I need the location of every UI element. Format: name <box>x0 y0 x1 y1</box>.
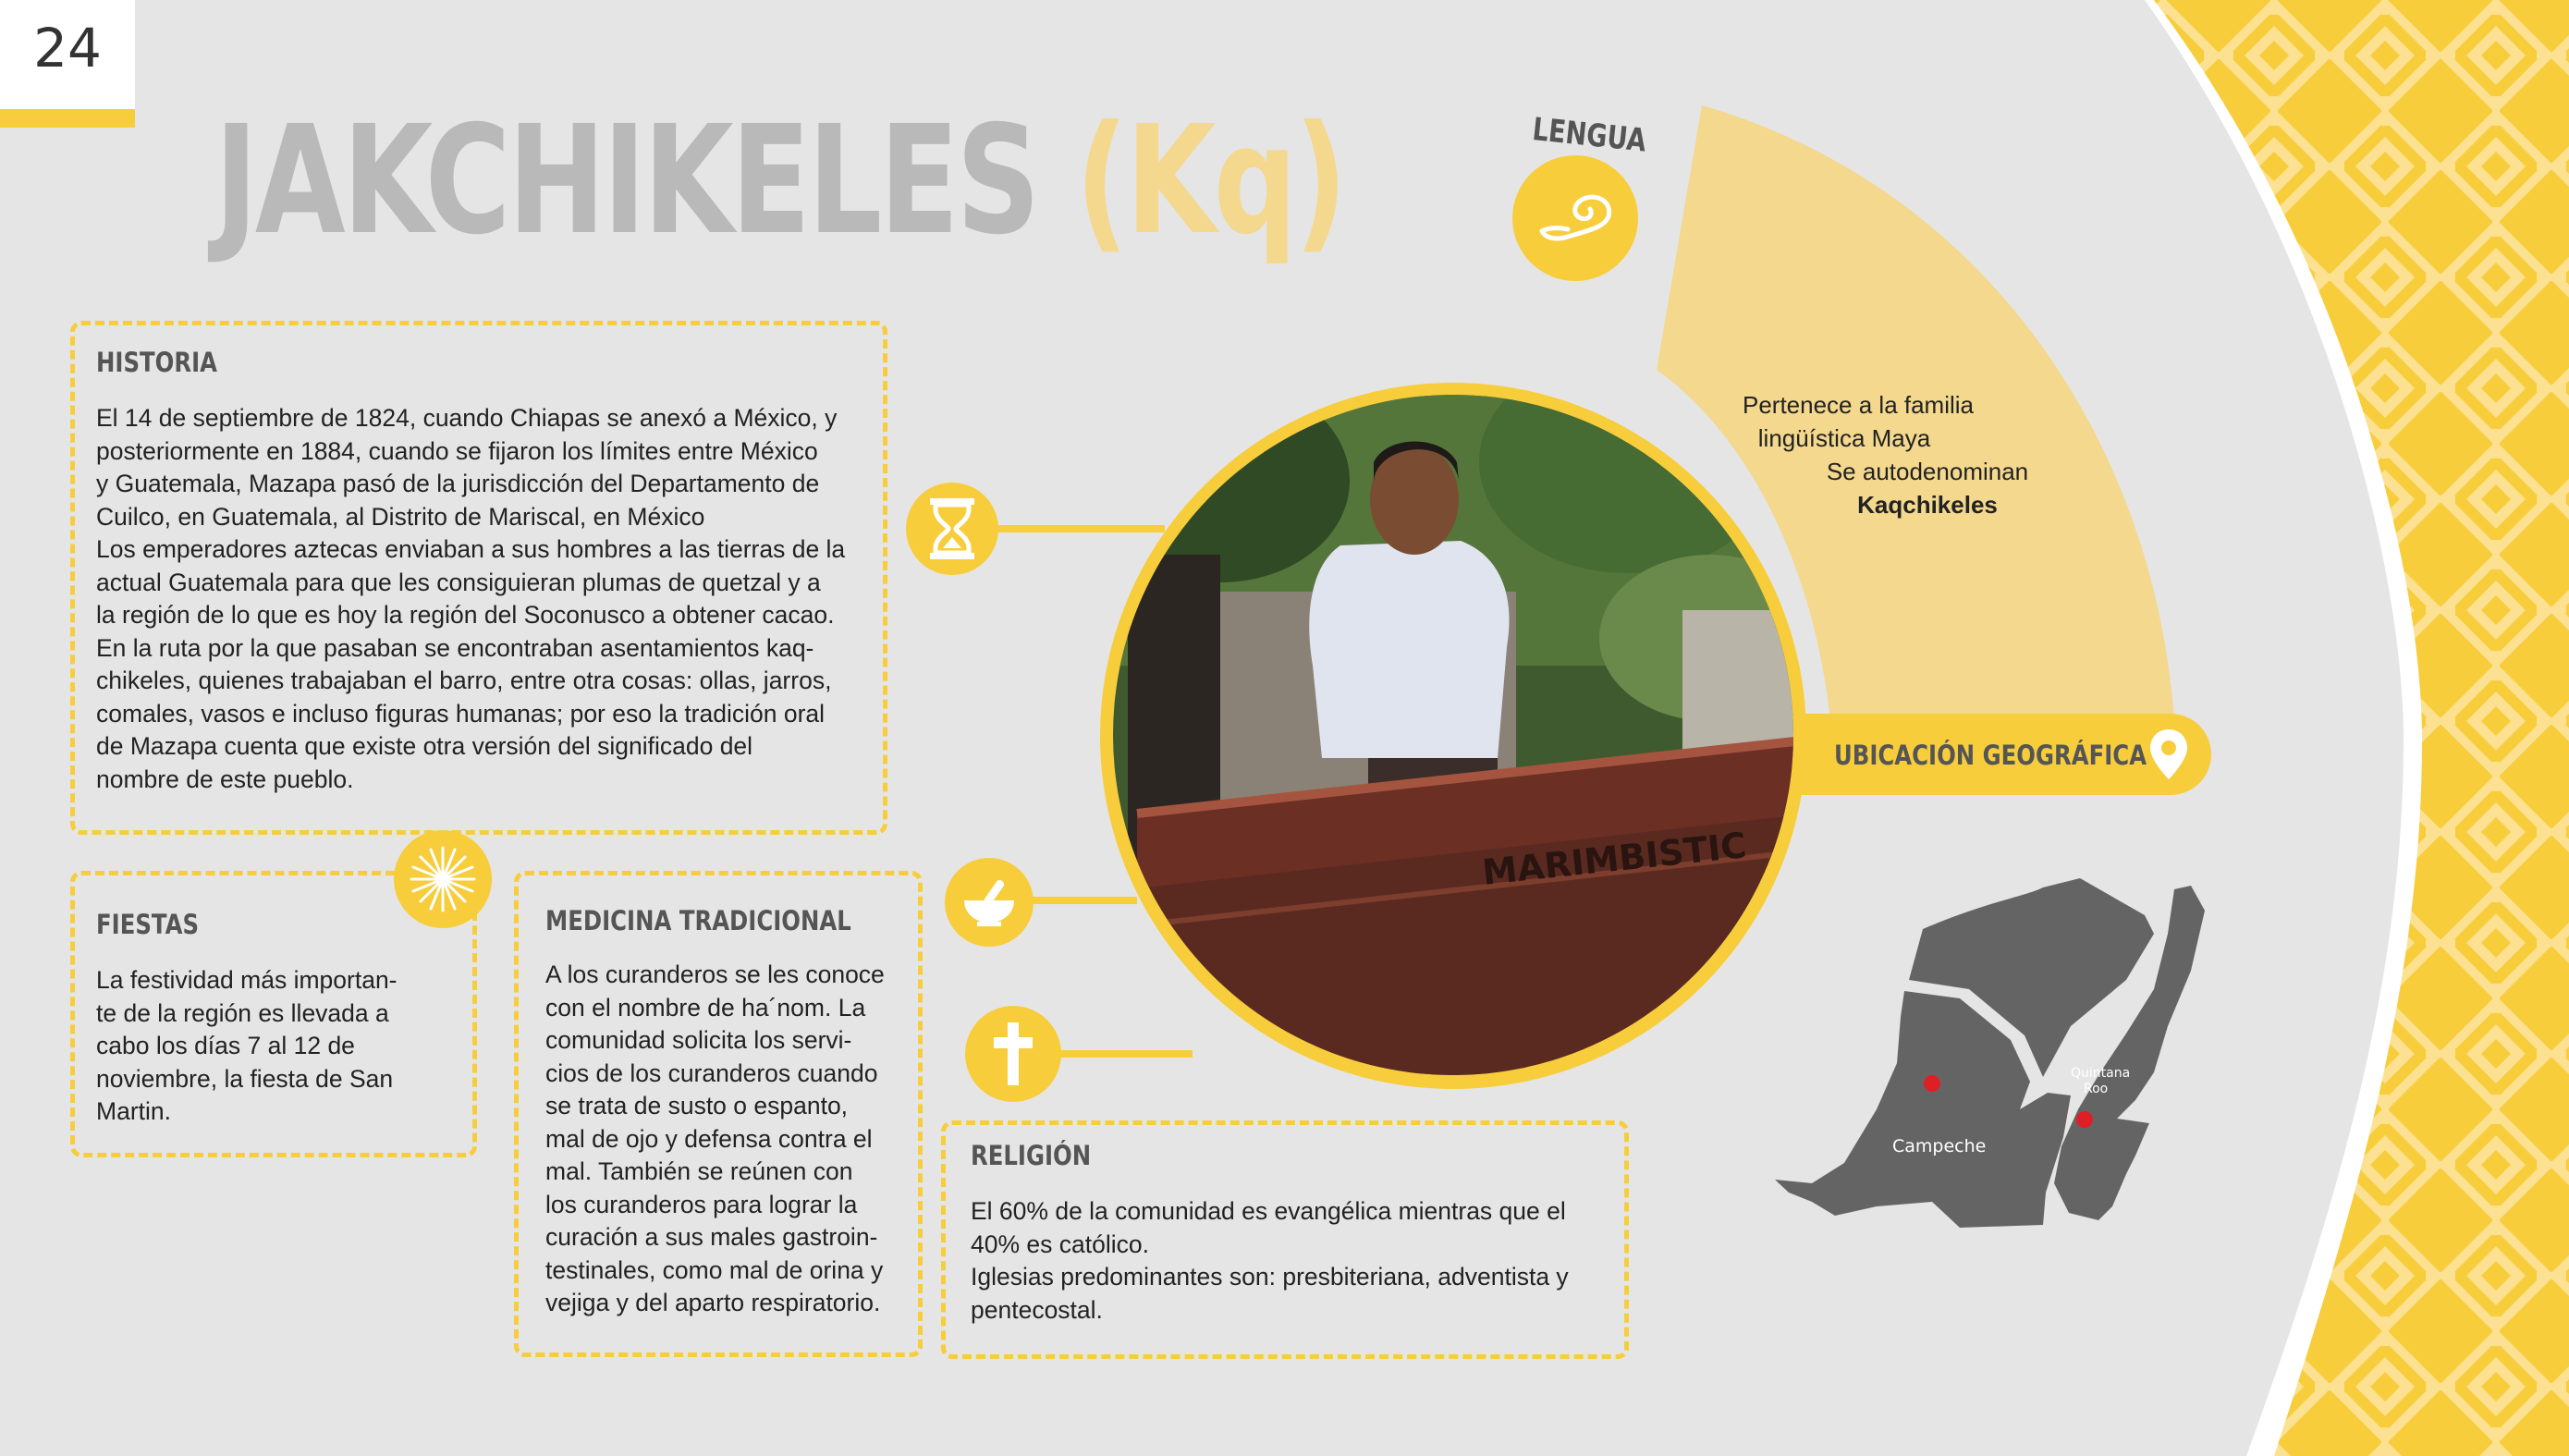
map-label-quintana: Quintana <box>2071 1066 2130 1081</box>
map-yucatan: Campeche Quintana Roo <box>1775 878 2205 1228</box>
map-marker-campeche <box>1924 1075 1940 1092</box>
map-marker-quintana-roo <box>2076 1111 2093 1128</box>
map-label-roo: Roo <box>2084 1082 2108 1096</box>
map-label-campeche: Campeche <box>1892 1136 1986 1156</box>
